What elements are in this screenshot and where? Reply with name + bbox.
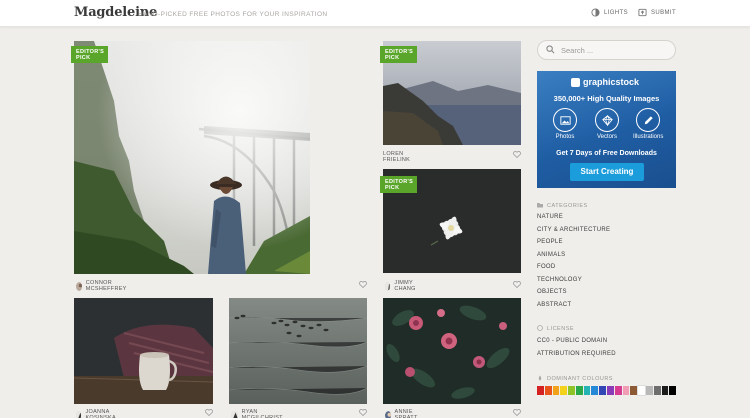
like-heart-icon[interactable]	[513, 151, 521, 158]
avatar	[76, 281, 82, 291]
photo-mug-blanket[interactable]	[74, 298, 213, 404]
editors-pick-badge: EDITOR'S PICK	[380, 176, 418, 193]
colour-swatches	[537, 385, 677, 396]
license-title: LICENSE	[547, 326, 575, 332]
ad-offer: Get 7 Days of Free Downloads	[556, 150, 657, 157]
category-link[interactable]: FOOD	[537, 264, 556, 270]
avatar	[76, 410, 82, 418]
photo-ducks-lake[interactable]	[229, 298, 367, 404]
ad-feature-illustrations: Illustrations	[633, 108, 663, 140]
license-heading: LICENSE	[537, 325, 574, 333]
graphicstock-logo-icon	[571, 77, 580, 87]
cc-license-icon	[537, 325, 543, 333]
author-name: ANNIE SPRATT	[394, 409, 418, 418]
ad-feature-label: Vectors	[596, 134, 617, 140]
search-box	[537, 40, 676, 60]
top-bar: Magdeleine HAND-PICKED FREE PHOTOS FOR Y…	[0, 0, 750, 27]
ad-feature-vectors: Vectors	[592, 108, 622, 140]
category-link[interactable]: OBJECTS	[537, 289, 567, 295]
ad-feature-label: Photos	[555, 134, 575, 140]
ad-brand-name: graphicstock	[583, 77, 640, 87]
like-heart-icon[interactable]	[359, 409, 367, 416]
photo-credit[interactable]: LOREN FRIELINK	[383, 151, 410, 163]
colour-swatch[interactable]	[591, 386, 599, 395]
colour-swatch[interactable]	[645, 386, 653, 395]
photo-credit[interactable]: JOANNA KOSINSKA	[76, 409, 120, 418]
colour-swatch[interactable]	[552, 386, 560, 395]
site-tagline: HAND-PICKED FREE PHOTOS FOR YOUR INSPIRA…	[138, 11, 328, 18]
colour-swatch[interactable]	[669, 386, 677, 395]
colour-swatch[interactable]	[614, 386, 622, 395]
author-name: JOANNA KOSINSKA	[85, 409, 116, 418]
category-link[interactable]: TECHNOLOGY	[537, 277, 582, 283]
photo-pink-roses[interactable]	[383, 298, 521, 404]
drop-icon	[537, 375, 543, 383]
category-link[interactable]: PEOPLE	[537, 239, 563, 245]
category-link[interactable]: CITY & ARCHITECTURE	[537, 227, 610, 233]
ad-feature-photos: Photos	[550, 108, 580, 140]
colour-swatch[interactable]	[544, 386, 552, 395]
lights-toggle[interactable]: LIGHTS	[591, 8, 628, 17]
colours-title: DOMINANT COLOURS	[547, 376, 613, 382]
colour-swatch[interactable]	[622, 386, 630, 395]
vector-icon	[595, 108, 619, 132]
lightbulb-icon	[591, 8, 600, 17]
colour-swatch[interactable]	[568, 386, 575, 395]
lights-label: LIGHTS	[604, 9, 629, 16]
author-name: JIMMY CHANG	[394, 280, 416, 292]
colours-heading: DOMINANT COLOURS	[537, 375, 613, 383]
colour-swatch[interactable]	[560, 386, 568, 395]
colour-swatch[interactable]	[575, 386, 583, 395]
category-link[interactable]: ANIMALS	[537, 252, 565, 258]
colour-swatch[interactable]	[607, 386, 614, 395]
category-link[interactable]: ABSTRACT	[537, 302, 571, 308]
ad-feature-label: Illustrations	[633, 134, 664, 140]
license-link[interactable]: ATTRIBUTION REQUIRED	[537, 351, 616, 357]
like-heart-icon[interactable]	[205, 409, 213, 416]
avatar	[385, 410, 391, 418]
photo-credit[interactable]: CONNOR MCSHEFFREY	[76, 280, 130, 292]
submit-link[interactable]: SUBMIT	[638, 8, 676, 17]
photo-credit[interactable]: ANNIE SPRATT	[385, 409, 421, 418]
photo-credit[interactable]: JIMMY CHANG	[385, 280, 419, 292]
colour-swatch[interactable]	[583, 386, 591, 395]
pencil-icon	[636, 108, 660, 132]
search-icon	[546, 41, 555, 59]
colour-swatch[interactable]	[637, 385, 646, 396]
categories-heading: CATEGORIES	[537, 202, 588, 210]
author-name: CONNOR MCSHEFFREY	[85, 280, 127, 292]
avatar	[385, 281, 391, 291]
avatar	[231, 410, 238, 418]
folder-icon	[537, 202, 543, 210]
author-name: RYAN MCGILCHRIST	[241, 409, 283, 418]
search-input[interactable]	[561, 45, 671, 55]
graphicstock-ad-banner[interactable]: graphicstock 350,000+ High Quality Image…	[537, 71, 676, 188]
categories-title: CATEGORIES	[547, 203, 588, 209]
author-name: LOREN FRIELINK	[383, 151, 411, 163]
ad-brand: graphicstock	[571, 77, 639, 87]
colour-swatch[interactable]	[653, 386, 661, 395]
like-heart-icon[interactable]	[513, 409, 521, 416]
upload-icon	[638, 8, 647, 17]
colour-swatch[interactable]	[630, 386, 638, 395]
like-heart-icon[interactable]	[359, 281, 367, 288]
category-link[interactable]: NATURE	[537, 214, 563, 220]
submit-label: SUBMIT	[651, 9, 677, 16]
photo-credit[interactable]: RYAN MCGILCHRIST	[231, 409, 285, 418]
editors-pick-badge: EDITOR'S PICK	[380, 46, 418, 63]
colour-swatch[interactable]	[661, 386, 669, 395]
photo-icon	[553, 108, 577, 132]
like-heart-icon[interactable]	[513, 281, 521, 288]
start-creating-button[interactable]: Start Creating	[570, 163, 644, 181]
license-link[interactable]: CC0 - PUBLIC DOMAIN	[537, 338, 607, 344]
photo-bridge-fog[interactable]	[74, 41, 310, 274]
colour-swatch[interactable]	[599, 386, 607, 395]
colour-swatch[interactable]	[537, 386, 544, 395]
ad-headline: 350,000+ High Quality Images	[553, 94, 660, 103]
editors-pick-badge: EDITOR'S PICK	[71, 46, 109, 63]
